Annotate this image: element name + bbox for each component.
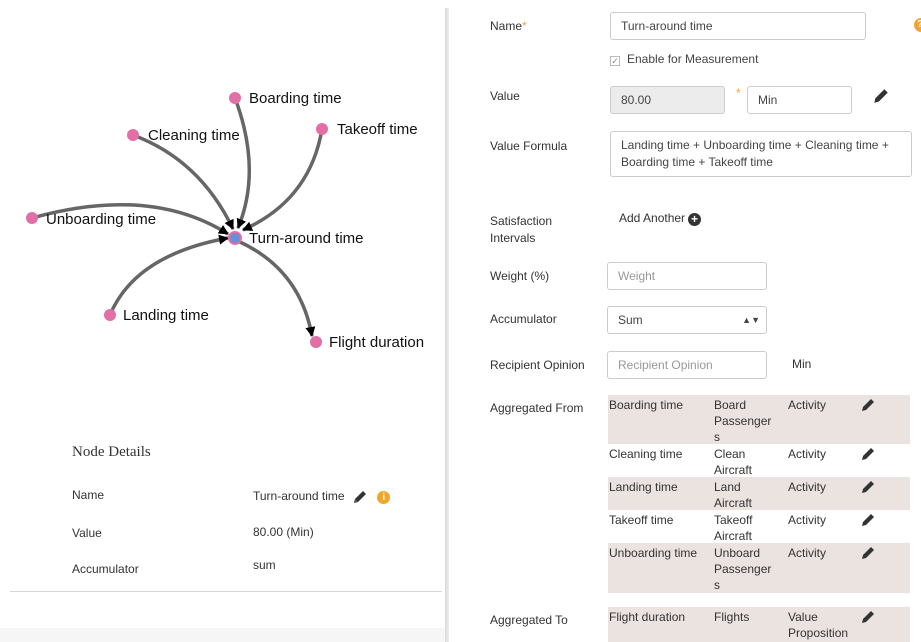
- name-label-text: Name: [490, 19, 523, 33]
- agg-type: Activity: [788, 480, 827, 494]
- node-label-cleaning: Cleaning time: [148, 127, 240, 144]
- node-label-center: Turn-around time: [249, 230, 364, 247]
- recipient-unit: Min: [792, 357, 812, 371]
- properties-panel: Name* Turn-around time ? ✓Enable for Mea…: [449, 0, 921, 642]
- table-row[interactable]: Takeoff time Takeoff Aircraft Activity: [608, 510, 910, 543]
- divider-line: [10, 591, 442, 592]
- node-label-boarding: Boarding time: [249, 90, 342, 107]
- graph-panel: Boarding time Cleaning time Takeoff time…: [0, 0, 445, 642]
- aggregated-to-label: Aggregated To: [490, 613, 568, 627]
- add-another-button[interactable]: Add Another +: [619, 211, 702, 226]
- nd-accumulator-label: Accumulator: [72, 562, 139, 576]
- pencil-icon[interactable]: [352, 489, 368, 505]
- info-icon[interactable]: i: [377, 490, 391, 504]
- edit-row-pencil-icon[interactable]: [860, 545, 878, 561]
- agg-activity: Takeoff Aircraft: [714, 513, 753, 543]
- nd-name-label: Name: [72, 488, 105, 502]
- node-label-landing: Landing time: [123, 307, 209, 324]
- select-arrows-icon: ▲▼: [742, 315, 760, 325]
- aggregated-from-label: Aggregated From: [490, 401, 584, 415]
- node-graph[interactable]: Boarding time Cleaning time Takeoff time…: [0, 0, 445, 400]
- table-row[interactable]: Landing time Land Aircraft Activity: [608, 477, 910, 510]
- bottom-band: [0, 628, 445, 642]
- agg-type: Activity: [788, 398, 827, 412]
- edit-row-pencil-icon[interactable]: [860, 446, 878, 462]
- name-label: Name*: [490, 18, 527, 35]
- agg-activity: Land Aircraft: [714, 480, 753, 510]
- agg-type: Activity: [788, 447, 827, 461]
- agg-name: Takeoff time: [609, 513, 674, 527]
- unit-required-mark: *: [736, 86, 741, 100]
- edit-value-pencil-icon[interactable]: [872, 87, 890, 105]
- recipient-label: Recipient Opinion: [490, 358, 585, 372]
- enable-measurement-checkbox[interactable]: ✓ Enable for Measurement: [610, 52, 758, 66]
- accumulator-label: Accumulator: [490, 312, 557, 326]
- aggregated-to-table: Flight duration Flights Value Propositio…: [608, 607, 910, 642]
- table-row[interactable]: Cleaning time Clean Aircraft Activity: [608, 444, 910, 477]
- node-label-unboarding: Unboarding time: [46, 211, 157, 228]
- unit-input[interactable]: Min: [747, 86, 852, 114]
- satisfaction-label-line2: Intervals: [490, 231, 536, 245]
- agg-activity: Board Passenger s: [714, 398, 772, 444]
- edge-takeoff: [242, 128, 324, 232]
- name-input[interactable]: Turn-around time: [610, 12, 866, 40]
- edit-row-pencil-icon[interactable]: [860, 609, 878, 625]
- agg-name: Cleaning time: [609, 447, 683, 461]
- table-row[interactable]: Flight duration Flights Value Propositio…: [608, 607, 910, 642]
- node-label-takeoff: Takeoff time: [337, 121, 418, 138]
- node-center: [228, 231, 242, 245]
- checkbox-icon[interactable]: ✓: [610, 56, 620, 66]
- nd-name-row: Turn-around time i: [253, 489, 391, 505]
- plus-circle-icon[interactable]: +: [688, 213, 702, 226]
- node-label-flight: Flight duration: [329, 334, 425, 351]
- value-label: Value: [490, 89, 520, 103]
- recipient-input[interactable]: Recipient Opinion: [607, 351, 767, 379]
- agg-type: Activity: [788, 513, 827, 527]
- edit-row-pencil-icon[interactable]: [860, 479, 878, 495]
- formula-label: Value Formula: [490, 139, 568, 153]
- agg-name: Boarding time: [609, 398, 684, 412]
- nd-value-label: Value: [72, 526, 102, 540]
- add-another-label: Add Another: [619, 211, 686, 225]
- accumulator-selected-value: Sum: [618, 313, 643, 327]
- nd-accumulator-value: sum: [253, 558, 276, 572]
- weight-input[interactable]: Weight: [607, 262, 767, 290]
- agg-activity: Unboard Passenger s: [714, 546, 772, 592]
- enable-measurement-label: Enable for Measurement: [627, 52, 759, 66]
- agg-type: Activity: [788, 546, 827, 560]
- agg-name: Unboarding time: [609, 546, 698, 560]
- formula-textarea[interactable]: Landing time + Unboarding time + Cleanin…: [610, 131, 912, 177]
- help-badge-icon[interactable]: ?: [914, 18, 921, 32]
- edit-row-pencil-icon[interactable]: [860, 397, 878, 413]
- table-row[interactable]: Unboarding time Unboard Passenger s Acti…: [608, 543, 910, 593]
- node-cleaning: [127, 129, 139, 141]
- accumulator-select[interactable]: Sum ▲▼: [607, 306, 767, 334]
- agg-activity: Clean Aircraft: [714, 447, 753, 477]
- aggregated-from-table: Boarding time Board Passenger s Activity…: [608, 395, 910, 593]
- edge-flight: [239, 240, 316, 337]
- satisfaction-label: Satisfaction Intervals: [490, 213, 552, 247]
- edit-row-pencil-icon[interactable]: [860, 512, 878, 528]
- weight-label: Weight (%): [490, 269, 550, 283]
- node-flight: [310, 336, 322, 348]
- agg-name: Landing time: [609, 480, 678, 494]
- agg-activity: Flights: [714, 610, 750, 624]
- node-boarding: [229, 92, 241, 104]
- nd-value-value: 80.00 (Min): [253, 525, 314, 539]
- nd-name-value: Turn-around time: [253, 489, 345, 504]
- edge-landing: [108, 234, 229, 316]
- value-input[interactable]: 80.00: [610, 86, 725, 114]
- node-unboarding: [26, 212, 38, 224]
- node-takeoff: [316, 123, 328, 135]
- agg-type: Value Proposition: [788, 610, 849, 640]
- required-mark: *: [522, 19, 527, 33]
- edge-boarding: [233, 97, 251, 229]
- node-details-title: Node Details: [72, 444, 151, 460]
- table-row[interactable]: Boarding time Board Passenger s Activity: [608, 395, 910, 444]
- satisfaction-label-line1: Satisfaction: [490, 214, 553, 228]
- node-landing: [104, 309, 116, 321]
- agg-name: Flight duration: [609, 610, 686, 624]
